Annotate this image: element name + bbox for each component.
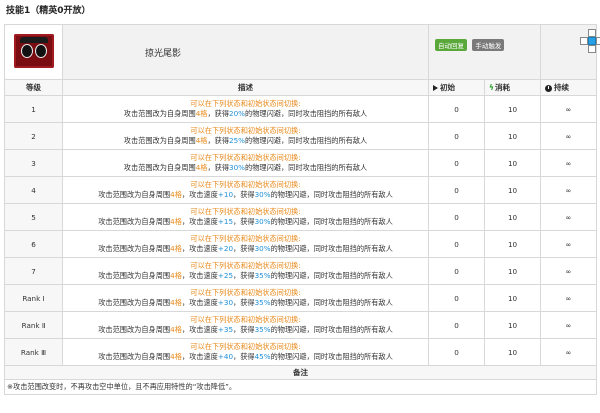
skill-table: 掠光尾影 自动回复 手动触发 等级 描述 初始 ϟ消耗 持续 1 可以在下列状态和… <box>3 24 600 395</box>
skill-name: 掠光尾影 <box>61 24 430 80</box>
duration-cell: ∞ <box>540 176 598 204</box>
cost-cell: 10 <box>484 122 542 150</box>
description-cell: 可以在下列状态和初始状态间切换: 攻击范围改为自身周围4格，攻击速度+15，获得3… <box>61 203 430 231</box>
description-cell: 可以在下列状态和初始状态间切换: 攻击范围改为自身周围4格，攻击速度+25，获得3… <box>61 257 430 285</box>
description-cell: 可以在下列状态和初始状态间切换: 攻击范围改为自身周围4格，攻击速度+30，获得3… <box>61 284 430 312</box>
duration-cell: ∞ <box>540 122 598 150</box>
col-init: 初始 <box>428 79 486 96</box>
duration-cell: ∞ <box>540 338 598 366</box>
description-cell: 可以在下列状态和初始状态间切换: 攻击范围改为自身周围4格，攻击速度+40，获得4… <box>61 338 430 366</box>
level-cell: Rank Ⅲ <box>4 338 63 366</box>
description-cell: 可以在下列状态和初始状态间切换: 攻击范围改为自身周围4格，获得20%的物理闪避，… <box>61 95 430 123</box>
table-row: 5 可以在下列状态和初始状态间切换: 攻击范围改为自身周围4格，攻击速度+15，获得… <box>4 203 598 231</box>
table-row: 6 可以在下列状态和初始状态间切换: 攻击范围改为自身周围4格，攻击速度+20，获得… <box>4 230 598 258</box>
init-cell: 0 <box>428 149 486 177</box>
init-cell: 0 <box>428 338 486 366</box>
notes-title: 备注 <box>3 365 598 380</box>
play-icon <box>433 85 439 91</box>
cost-cell: 10 <box>484 176 542 204</box>
duration-cell: ∞ <box>540 230 598 258</box>
table-row: 7 可以在下列状态和初始状态间切换: 攻击范围改为自身周围4格，攻击速度+25，获得… <box>4 257 598 285</box>
init-cell: 0 <box>428 284 486 312</box>
col-cost: ϟ消耗 <box>484 79 542 96</box>
range-grid-icon <box>576 29 600 61</box>
level-cell: 1 <box>4 95 63 123</box>
table-row: 4 可以在下列状态和初始状态间切换: 攻击范围改为自身周围4格，攻击速度+10，获得… <box>4 176 598 204</box>
level-cell: 7 <box>4 257 63 285</box>
table-row: 1 可以在下列状态和初始状态间切换: 攻击范围改为自身周围4格，获得20%的物理闪避… <box>4 95 598 123</box>
level-cell: 5 <box>4 203 63 231</box>
duration-cell: ∞ <box>540 284 598 312</box>
duration-cell: ∞ <box>540 203 598 231</box>
level-cell: 3 <box>4 149 63 177</box>
cost-cell: 10 <box>484 149 542 177</box>
skill-icon-cell <box>4 24 63 80</box>
cost-cell: 10 <box>484 311 542 339</box>
init-cell: 0 <box>428 257 486 285</box>
tag-manual-trigger: 手动触发 <box>472 39 505 51</box>
level-cell: Rank Ⅱ <box>4 311 63 339</box>
table-row: Rank Ⅲ 可以在下列状态和初始状态间切换: 攻击范围改为自身周围4格，攻击速度+… <box>4 338 598 366</box>
table-row: Rank Ⅰ 可以在下列状态和初始状态间切换: 攻击范围改为自身周围4格，攻击速度+… <box>4 284 598 312</box>
cost-cell: 10 <box>484 284 542 312</box>
description-cell: 可以在下列状态和初始状态间切换: 攻击范围改为自身周围4格，攻击速度+35，获得3… <box>61 311 430 339</box>
init-cell: 0 <box>428 176 486 204</box>
skill-tags: 自动回复 手动触发 <box>428 24 542 80</box>
table-row: Rank Ⅱ 可以在下列状态和初始状态间切换: 攻击范围改为自身周围4格，攻击速度+… <box>4 311 598 339</box>
notes-text: ※攻击范围改变时，不再攻击空中单位，且不再应用特性的“攻击降低”。 <box>3 379 598 395</box>
duration-cell: ∞ <box>540 311 598 339</box>
table-row: 2 可以在下列状态和初始状态间切换: 攻击范围改为自身周围4格，获得25%的物理闪避… <box>4 122 598 150</box>
init-cell: 0 <box>428 95 486 123</box>
description-cell: 可以在下列状态和初始状态间切换: 攻击范围改为自身周围4格，攻击速度+20，获得3… <box>61 230 430 258</box>
cost-cell: 10 <box>484 95 542 123</box>
col-level: 等级 <box>4 79 63 96</box>
cost-cell: 10 <box>484 203 542 231</box>
attack-range-grid <box>540 24 600 80</box>
init-cell: 0 <box>428 203 486 231</box>
col-duration: 持续 <box>540 79 598 96</box>
duration-cell: ∞ <box>540 95 598 123</box>
init-cell: 0 <box>428 230 486 258</box>
level-cell: 2 <box>4 122 63 150</box>
level-cell: 4 <box>4 176 63 204</box>
cost-cell: 10 <box>484 257 542 285</box>
level-cell: Rank Ⅰ <box>4 284 63 312</box>
skill-portrait-icon <box>13 34 54 68</box>
lightning-icon: ϟ <box>489 83 494 92</box>
init-cell: 0 <box>428 122 486 150</box>
description-cell: 可以在下列状态和初始状态间切换: 攻击范围改为自身周围4格，获得25%的物理闪避，… <box>61 122 430 150</box>
duration-cell: ∞ <box>540 257 598 285</box>
duration-cell: ∞ <box>540 149 598 177</box>
description-cell: 可以在下列状态和初始状态间切换: 攻击范围改为自身周围4格，获得30%的物理闪避，… <box>61 149 430 177</box>
cost-cell: 10 <box>484 230 542 258</box>
col-desc: 描述 <box>61 79 430 96</box>
section-title: 技能1（精英0开放） <box>6 6 91 16</box>
table-row: 3 可以在下列状态和初始状态间切换: 攻击范围改为自身周围4格，获得30%的物理闪避… <box>4 149 598 177</box>
clock-icon <box>545 84 553 92</box>
tag-auto-recovery: 自动回复 <box>435 39 468 51</box>
init-cell: 0 <box>428 311 486 339</box>
cost-cell: 10 <box>484 338 542 366</box>
level-cell: 6 <box>4 230 63 258</box>
description-cell: 可以在下列状态和初始状态间切换: 攻击范围改为自身周围4格，攻击速度+10，获得3… <box>61 176 430 204</box>
